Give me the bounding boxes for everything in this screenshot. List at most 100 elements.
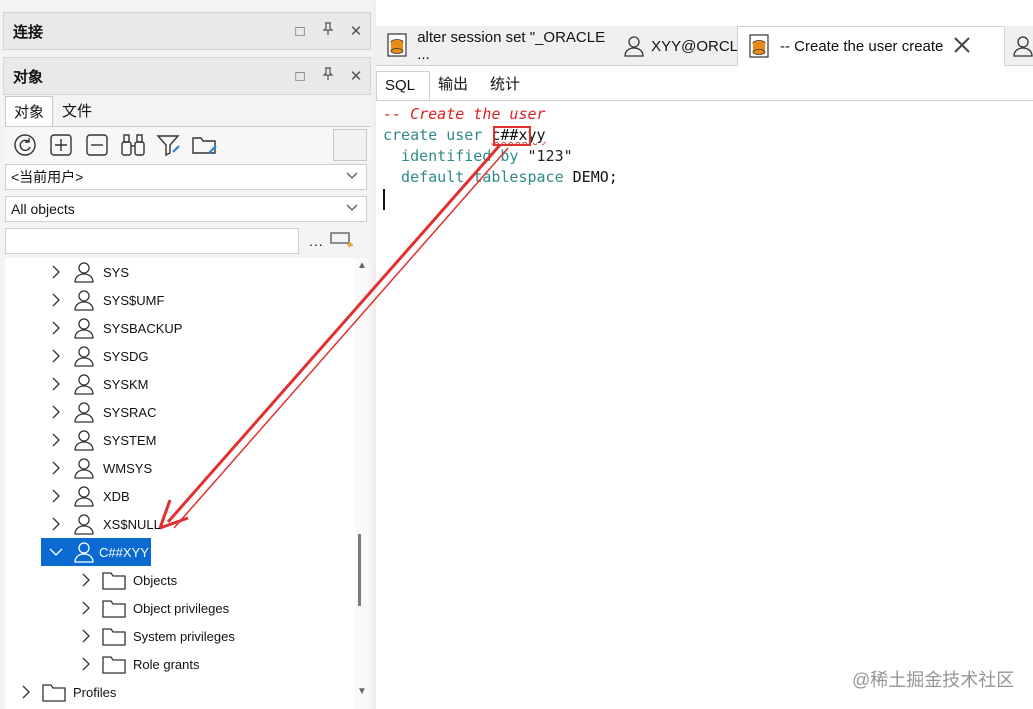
doc-tab-label: -- Create the user create bbox=[780, 38, 944, 55]
maximize-icon[interactable]: □ bbox=[286, 68, 314, 85]
document-tabs: alter session set "_ORACLE ... XYY@ORCL … bbox=[376, 26, 1033, 66]
tab-sql[interactable]: SQL bbox=[376, 71, 431, 100]
editor-area: alter session set "_ORACLE ... XYY@ORCL … bbox=[376, 0, 1033, 709]
chevron-right-icon[interactable] bbox=[47, 403, 65, 421]
object-tree: SYS SYS$UMF SYSBACKUP SYSDG SYSKM SYSRAC… bbox=[5, 258, 355, 709]
tree-item-user[interactable]: SYSBACKUP bbox=[47, 314, 184, 342]
folder-edit-icon[interactable] bbox=[191, 131, 219, 159]
doc-tab-alter-session[interactable]: alter session set "_ORACLE ... bbox=[376, 26, 616, 66]
tree-item-label: SYSTEM bbox=[103, 432, 157, 448]
tab-statistics[interactable]: 统计 bbox=[482, 68, 534, 100]
tree-item-label: SYSRAC bbox=[103, 404, 157, 420]
add-icon[interactable] bbox=[47, 131, 75, 159]
code-keyword: identified by bbox=[383, 147, 528, 165]
tree-item-user[interactable]: SYS$UMF bbox=[47, 286, 166, 314]
tree-item-user[interactable]: XDB bbox=[47, 482, 132, 510]
tree-item-user[interactable]: XS$NULL bbox=[47, 510, 163, 538]
user-icon bbox=[71, 288, 97, 312]
objects-panel-header: 对象 □ ✕ bbox=[3, 57, 371, 95]
code-keyword: create user bbox=[383, 126, 492, 144]
close-icon[interactable]: ✕ bbox=[342, 22, 370, 40]
doc-tab-create-user[interactable]: -- Create the user create bbox=[737, 26, 1005, 66]
tree-item-user[interactable]: SYSDG bbox=[47, 342, 151, 370]
object-type-select[interactable]: All objects bbox=[5, 196, 367, 222]
chevron-right-icon[interactable] bbox=[17, 683, 35, 701]
tree-item-folder[interactable]: Profiles bbox=[17, 678, 118, 706]
user-icon bbox=[71, 372, 97, 396]
tree-scrollbar[interactable]: ▲ ▼ bbox=[355, 258, 369, 709]
user-icon bbox=[71, 456, 97, 480]
tree-item-folder[interactable]: System privileges bbox=[77, 622, 237, 650]
tree-item-label: XDB bbox=[103, 488, 130, 504]
tree-item-user[interactable]: SYSTEM bbox=[47, 426, 158, 454]
tree-item-user-selected[interactable]: C##XYY bbox=[41, 538, 151, 566]
maximize-icon[interactable]: □ bbox=[286, 23, 314, 40]
chevron-right-icon[interactable] bbox=[47, 375, 65, 393]
user-icon bbox=[71, 512, 97, 536]
tab-objects[interactable]: 对象 bbox=[5, 96, 54, 126]
pin-icon[interactable] bbox=[314, 67, 342, 85]
doc-tab-overflow[interactable] bbox=[1004, 26, 1033, 66]
doc-tab-connection[interactable]: XYY@ORCL bbox=[614, 26, 738, 66]
tree-item-user[interactable]: WMSYS bbox=[47, 454, 154, 482]
chevron-right-icon[interactable] bbox=[47, 431, 65, 449]
scroll-up-icon[interactable]: ▲ bbox=[355, 260, 369, 271]
objects-tabs: 对象 文件 bbox=[5, 94, 101, 126]
tree-item-folder[interactable]: Role grants bbox=[77, 650, 201, 678]
chevron-right-icon[interactable] bbox=[47, 515, 65, 533]
connection-panel-header: 连接 □ ✕ bbox=[3, 12, 371, 50]
tree-item-label: SYS$UMF bbox=[103, 292, 165, 308]
watermark: @稀土掘金技术社区 bbox=[852, 670, 1015, 690]
user-icon bbox=[71, 344, 97, 368]
filter-icon[interactable] bbox=[155, 131, 183, 159]
close-icon[interactable]: ✕ bbox=[342, 67, 370, 85]
chevron-down-icon bbox=[346, 203, 358, 215]
chevron-right-icon[interactable] bbox=[47, 459, 65, 477]
tree-item-label: Role grants bbox=[133, 656, 200, 672]
code-string: "123" bbox=[527, 147, 573, 165]
sql-editor[interactable]: -- Create the user create user c##xyy id… bbox=[376, 100, 1033, 709]
refresh-icon[interactable] bbox=[11, 131, 39, 159]
tree-item-user[interactable]: SYSKM bbox=[47, 370, 151, 398]
tree-item-label: System privileges bbox=[133, 628, 235, 644]
database-script-icon bbox=[746, 33, 774, 60]
scrollbar-thumb[interactable] bbox=[358, 534, 361, 606]
tree-item-folder[interactable]: Objects bbox=[77, 566, 179, 594]
folder-icon bbox=[41, 680, 67, 704]
filter-row: ... bbox=[5, 228, 371, 254]
filter-options-icon[interactable] bbox=[330, 230, 354, 253]
object-type-select-value: All objects bbox=[11, 201, 75, 217]
scroll-down-icon[interactable]: ▼ bbox=[355, 686, 369, 697]
objects-panel-title: 对象 bbox=[13, 68, 44, 86]
tree-item-label: WMSYS bbox=[103, 460, 153, 476]
filter-input[interactable] bbox=[5, 228, 299, 254]
tree-item-user[interactable]: SYSRAC bbox=[47, 398, 158, 426]
tree-item-user[interactable]: SYS bbox=[47, 258, 131, 286]
close-tab-icon[interactable] bbox=[953, 34, 971, 60]
toolbar-extra-button[interactable] bbox=[333, 128, 367, 161]
chevron-right-icon[interactable] bbox=[47, 319, 65, 337]
user-icon bbox=[71, 316, 97, 340]
user-icon bbox=[71, 540, 97, 564]
chevron-right-icon[interactable] bbox=[77, 627, 95, 645]
user-select[interactable]: <当前用户> bbox=[5, 164, 367, 190]
chevron-right-icon[interactable] bbox=[47, 291, 65, 309]
tree-item-label: SYS bbox=[103, 264, 130, 280]
chevron-right-icon[interactable] bbox=[77, 655, 95, 673]
more-button[interactable]: ... bbox=[309, 233, 324, 249]
remove-icon[interactable] bbox=[83, 131, 111, 159]
chevron-right-icon[interactable] bbox=[77, 599, 95, 617]
chevron-down-icon[interactable] bbox=[47, 543, 65, 561]
user-icon bbox=[71, 260, 97, 284]
tab-output[interactable]: 输出 bbox=[430, 68, 482, 100]
folder-icon bbox=[101, 652, 127, 676]
chevron-right-icon[interactable] bbox=[47, 347, 65, 365]
database-script-icon bbox=[384, 33, 411, 59]
binoculars-icon[interactable] bbox=[119, 131, 147, 159]
pin-icon[interactable] bbox=[314, 22, 342, 40]
tree-item-folder[interactable]: Object privileges bbox=[77, 594, 231, 622]
chevron-right-icon[interactable] bbox=[77, 571, 95, 589]
chevron-right-icon[interactable] bbox=[47, 263, 65, 281]
tab-files[interactable]: 文件 bbox=[53, 95, 101, 126]
chevron-right-icon[interactable] bbox=[47, 487, 65, 505]
